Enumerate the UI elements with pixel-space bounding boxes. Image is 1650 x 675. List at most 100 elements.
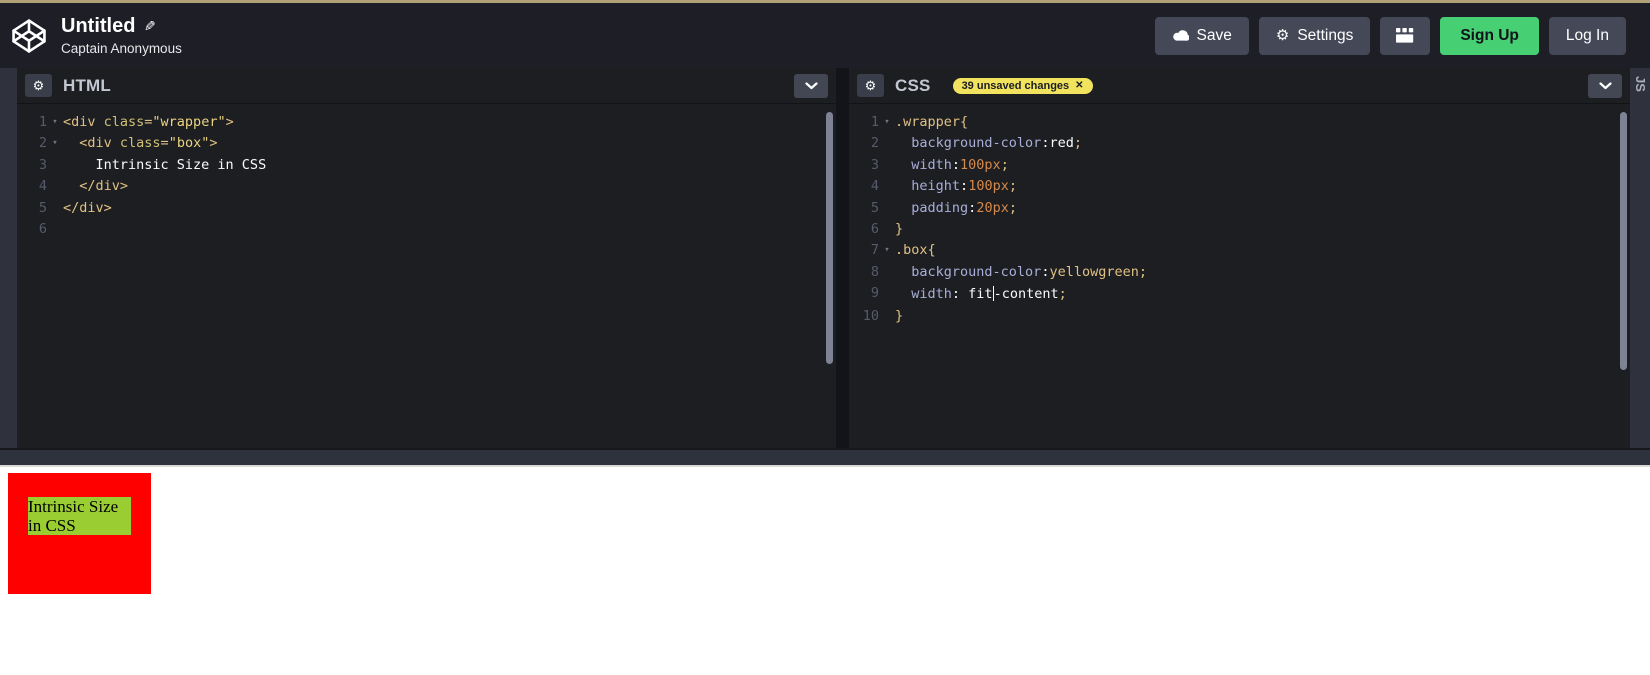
code-token: <div xyxy=(79,135,120,152)
fold-arrow-icon[interactable]: ▾ xyxy=(879,112,895,133)
code-text: } xyxy=(895,219,903,240)
code-line[interactable]: 2 ▾ <div class="box"> xyxy=(17,133,836,154)
line-number: 1 xyxy=(870,114,879,130)
html-panel-title: HTML xyxy=(63,75,112,95)
line-number: 9 xyxy=(870,285,879,302)
js-rail-collapsed[interactable]: JS xyxy=(1630,68,1650,448)
code-line[interactable]: 9 width: fit-content; xyxy=(849,283,1630,305)
code-token: "wrapper" xyxy=(152,114,226,130)
code-text: background-color:yellowgreen; xyxy=(895,262,1147,283)
fold-arrow-icon[interactable]: ▾ xyxy=(47,112,63,133)
code-token: : xyxy=(951,286,969,303)
chevron-down-icon xyxy=(1598,82,1612,90)
code-token: width xyxy=(911,156,952,173)
code-token: .wrapper{ xyxy=(895,114,969,130)
code-line[interactable]: 4 height:100px; xyxy=(849,176,1630,197)
badge-close-icon[interactable]: ✕ xyxy=(1075,80,1083,91)
css-collapse-button[interactable] xyxy=(1588,74,1622,98)
code-line[interactable]: 6 xyxy=(17,219,836,240)
code-token: background-color xyxy=(911,135,1042,152)
code-line[interactable]: 4 </div> xyxy=(17,176,836,197)
code-token: yellowgreen xyxy=(1049,263,1139,280)
line-number: 7 xyxy=(870,242,879,259)
html-settings-gear-icon[interactable]: ⚙ xyxy=(25,74,52,97)
code-line[interactable]: 3 Intrinsic Size in CSS xyxy=(17,155,836,176)
code-token: ; xyxy=(1073,135,1082,152)
code-text: .wrapper{ xyxy=(895,112,968,133)
code-token: <div xyxy=(63,114,104,130)
layout-grid-icon xyxy=(1396,28,1414,43)
line-number: 2 xyxy=(870,135,879,152)
code-line[interactable]: 7 ▾ .box{ xyxy=(849,240,1630,261)
html-collapse-button[interactable] xyxy=(794,74,828,98)
code-token: = xyxy=(160,135,169,152)
code-line[interactable]: 5 padding:20px; xyxy=(849,198,1630,219)
css-scrollbar-thumb[interactable] xyxy=(1620,112,1627,370)
code-token: > xyxy=(209,135,218,152)
editor-preview-divider[interactable] xyxy=(0,448,1650,467)
code-text: width: fit-content; xyxy=(895,283,1067,305)
css-code-area[interactable]: 1 ▾ .wrapper{2 background-color:red; 3 widt… xyxy=(849,104,1630,327)
header-actions: Save ⚙ Settings Sign Up Log In xyxy=(1154,16,1626,55)
html-panel-header: ⚙ HTML xyxy=(17,68,836,104)
code-text: <div class="wrapper"> xyxy=(63,112,234,133)
line-number: 2 xyxy=(38,135,47,152)
code-line[interactable]: 5 </div> xyxy=(17,198,836,219)
pen-author: Captain Anonymous xyxy=(61,41,182,56)
panel-gap-divider[interactable] xyxy=(836,68,849,448)
unsaved-changes-text: 39 unsaved changes xyxy=(961,79,1070,92)
change-view-button[interactable] xyxy=(1380,16,1431,55)
preview-wrapper-box: Intrinsic Size in CSS xyxy=(8,473,151,594)
code-line[interactable]: 3 width:100px; xyxy=(849,155,1630,176)
html-code-area[interactable]: 1 ▾ <div class="wrapper"> 2 ▾ <div class="bo… xyxy=(17,104,836,240)
code-token: 20px xyxy=(976,199,1009,216)
code-text: .box{ xyxy=(895,240,936,261)
edit-title-pencil-icon[interactable]: ✎ xyxy=(144,18,156,35)
code-text: <div class="box"> xyxy=(63,133,217,154)
line-number: 4 xyxy=(38,178,47,195)
settings-button[interactable]: ⚙ Settings xyxy=(1258,16,1371,55)
css-settings-gear-icon[interactable]: ⚙ xyxy=(857,74,884,97)
chevron-down-icon xyxy=(804,82,818,90)
line-number: 6 xyxy=(870,221,879,238)
app-header: Untitled ✎ Captain Anonymous Save ⚙ Sett… xyxy=(0,3,1650,68)
line-number: 3 xyxy=(38,156,47,173)
code-line[interactable]: 8 background-color:yellowgreen; xyxy=(849,262,1630,283)
code-token: .box{ xyxy=(895,242,936,259)
code-line[interactable]: 10} xyxy=(849,306,1630,327)
code-token: : xyxy=(951,156,961,173)
sign-up-button[interactable]: Sign Up xyxy=(1440,16,1539,55)
line-number: 5 xyxy=(870,199,879,216)
left-rail[interactable] xyxy=(0,68,17,448)
fold-arrow-icon[interactable]: ▾ xyxy=(879,240,895,261)
codepen-logo-icon[interactable] xyxy=(10,17,48,55)
fold-arrow-icon[interactable]: ▾ xyxy=(47,133,63,154)
code-line[interactable]: 2 background-color:red; xyxy=(849,133,1630,154)
save-button[interactable]: Save xyxy=(1154,16,1249,55)
gear-icon: ⚙ xyxy=(1275,27,1290,44)
code-line[interactable]: 1 ▾ .wrapper{ xyxy=(849,112,1630,133)
html-scrollbar-thumb[interactable] xyxy=(826,112,833,364)
code-line[interactable]: 6} xyxy=(849,219,1630,240)
line-number: 8 xyxy=(870,263,879,280)
line-number: 10 xyxy=(862,307,879,324)
code-text: padding:20px; xyxy=(895,198,1017,219)
code-token: class xyxy=(119,135,161,152)
code-token: ; xyxy=(1138,263,1147,280)
cloud-icon xyxy=(1172,30,1189,41)
code-line[interactable]: 1 ▾ <div class="wrapper"> xyxy=(17,112,836,133)
text-cursor xyxy=(992,286,994,302)
line-number: 5 xyxy=(38,199,47,216)
log-in-button[interactable]: Log In xyxy=(1548,16,1626,55)
code-token: background-color xyxy=(911,263,1042,280)
